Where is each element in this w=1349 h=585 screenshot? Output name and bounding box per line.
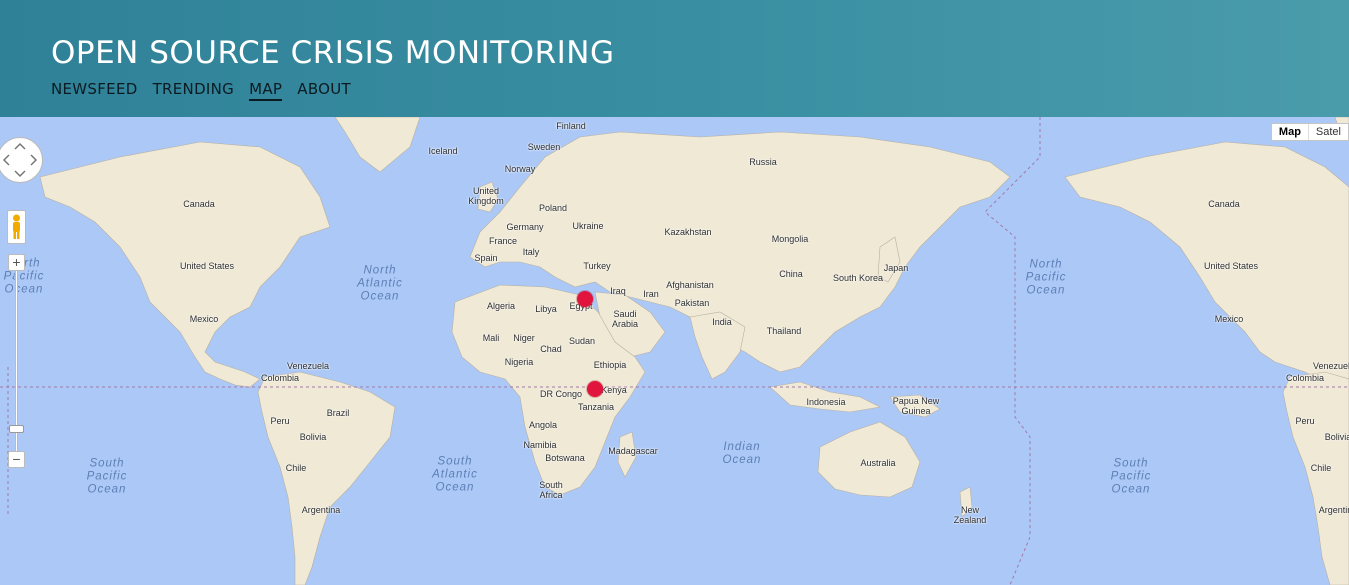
country-label: South Korea: [832, 273, 884, 283]
country-label: Canada: [1208, 199, 1240, 209]
country-label: Bolivia: [299, 432, 327, 442]
ocean-label: South Pacific Ocean: [1110, 457, 1152, 496]
zoom-in-button[interactable]: +: [8, 254, 25, 271]
marker-egypt[interactable]: [577, 291, 593, 307]
pegman-icon: [13, 214, 20, 239]
site-title: OPEN SOURCE CRISIS MONITORING: [51, 35, 615, 71]
country-label: Australia: [860, 458, 896, 468]
country-label: Libya: [535, 304, 557, 314]
zoom-slider-track[interactable]: [15, 271, 18, 451]
country-label: Germany: [506, 222, 544, 232]
country-label: Colombia: [260, 373, 300, 383]
country-label: Namibia: [523, 440, 557, 450]
zoom-slider-handle[interactable]: [9, 425, 24, 433]
nav-newsfeed[interactable]: NEWSFEED: [51, 80, 138, 101]
country-label: Iran: [643, 289, 659, 299]
country-label: New Zealand: [953, 505, 987, 525]
country-label: Canada: [183, 199, 215, 209]
country-label: Mexico: [189, 314, 219, 324]
site-header: OPEN SOURCE CRISIS MONITORING NEWSFEED T…: [0, 0, 1349, 117]
country-label: Pakistan: [674, 298, 710, 308]
country-label: Afghanistan: [666, 280, 714, 290]
country-label: Algeria: [486, 301, 516, 311]
country-label: Chile: [1310, 463, 1332, 473]
nav-map[interactable]: MAP: [249, 80, 283, 101]
country-label: Bolivia: [1324, 432, 1349, 442]
country-label: Argentina: [301, 505, 341, 515]
country-label: Tanzania: [577, 402, 615, 412]
pan-control[interactable]: [0, 137, 43, 183]
country-label: Ethiopia: [593, 360, 627, 370]
land-south-america-right: [1282, 371, 1349, 585]
land-south-america-left: [257, 371, 396, 585]
country-label: Mali: [482, 333, 500, 343]
country-label: Indonesia: [806, 397, 846, 407]
country-label: France: [488, 236, 518, 246]
country-label: India: [712, 317, 732, 327]
world-map[interactable]: North Pacific Ocean North Atlantic Ocean N…: [0, 117, 1349, 585]
country-label: Peru: [1295, 416, 1315, 426]
country-label: Kazakhstan: [664, 227, 712, 237]
country-label: Brazil: [326, 408, 350, 418]
map-type-map-button[interactable]: Map: [1272, 124, 1309, 140]
country-label: Turkey: [583, 261, 611, 271]
country-label: Chad: [540, 344, 562, 354]
marker-kenya[interactable]: [587, 381, 603, 397]
pan-arrows-icon: [2, 142, 38, 178]
country-label: Nigeria: [504, 357, 534, 367]
country-label: Mongolia: [771, 234, 809, 244]
ocean-label: North Pacific Ocean: [1025, 258, 1067, 297]
country-label: Thailand: [766, 326, 802, 336]
country-label: South Africa: [539, 480, 563, 500]
country-label: Botswana: [545, 453, 585, 463]
ocean-label: South Atlantic Ocean: [432, 455, 478, 494]
country-label: United States: [179, 261, 235, 271]
country-label: Spain: [474, 253, 498, 263]
country-label: Colombia: [1285, 373, 1325, 383]
country-label: Iceland: [428, 146, 458, 156]
country-label: Madagascar: [608, 446, 658, 456]
country-label: Italy: [522, 247, 540, 257]
country-label: Chile: [285, 463, 307, 473]
country-label: Mexico: [1214, 314, 1244, 324]
country-label: Argentina: [1318, 505, 1349, 515]
country-label: Sudan: [568, 336, 596, 346]
street-view-pegman[interactable]: [7, 210, 26, 244]
map-tiles: [0, 117, 1349, 585]
country-label: Poland: [538, 203, 568, 213]
country-label: Finland: [556, 121, 586, 131]
country-label: Kenya: [601, 385, 627, 395]
country-label: Angola: [528, 420, 558, 430]
ocean-label: Indian Ocean: [722, 441, 762, 466]
main-nav: NEWSFEED TRENDING MAP ABOUT: [51, 80, 351, 101]
country-label: Niger: [513, 333, 535, 343]
country-label: Norway: [504, 164, 536, 174]
map-type-control: Map Satel: [1270, 123, 1349, 141]
country-label: Peru: [270, 416, 290, 426]
country-label: Japan: [883, 263, 909, 273]
country-label: China: [779, 269, 803, 279]
country-label: United Kingdom: [468, 186, 504, 206]
country-label: Venezuela: [1312, 361, 1349, 371]
country-label: Venezuela: [286, 361, 330, 371]
nav-about[interactable]: ABOUT: [297, 80, 351, 101]
country-label: DR Congo: [539, 389, 583, 399]
nav-trending[interactable]: TRENDING: [153, 80, 235, 101]
country-label: Saudi Arabia: [611, 309, 639, 329]
land-greenland-left: [334, 117, 421, 173]
country-label: Sweden: [527, 142, 561, 152]
zoom-out-button[interactable]: −: [8, 451, 25, 468]
country-label: Ukraine: [572, 221, 604, 231]
country-label: Papua New Guinea: [892, 396, 940, 416]
country-label: Iraq: [610, 286, 626, 296]
country-label: United States: [1203, 261, 1259, 271]
ocean-label: North Atlantic Ocean: [357, 264, 403, 303]
map-type-satellite-button[interactable]: Satel: [1309, 124, 1348, 140]
ocean-label: South Pacific Ocean: [86, 457, 128, 496]
country-label: Russia: [749, 157, 777, 167]
